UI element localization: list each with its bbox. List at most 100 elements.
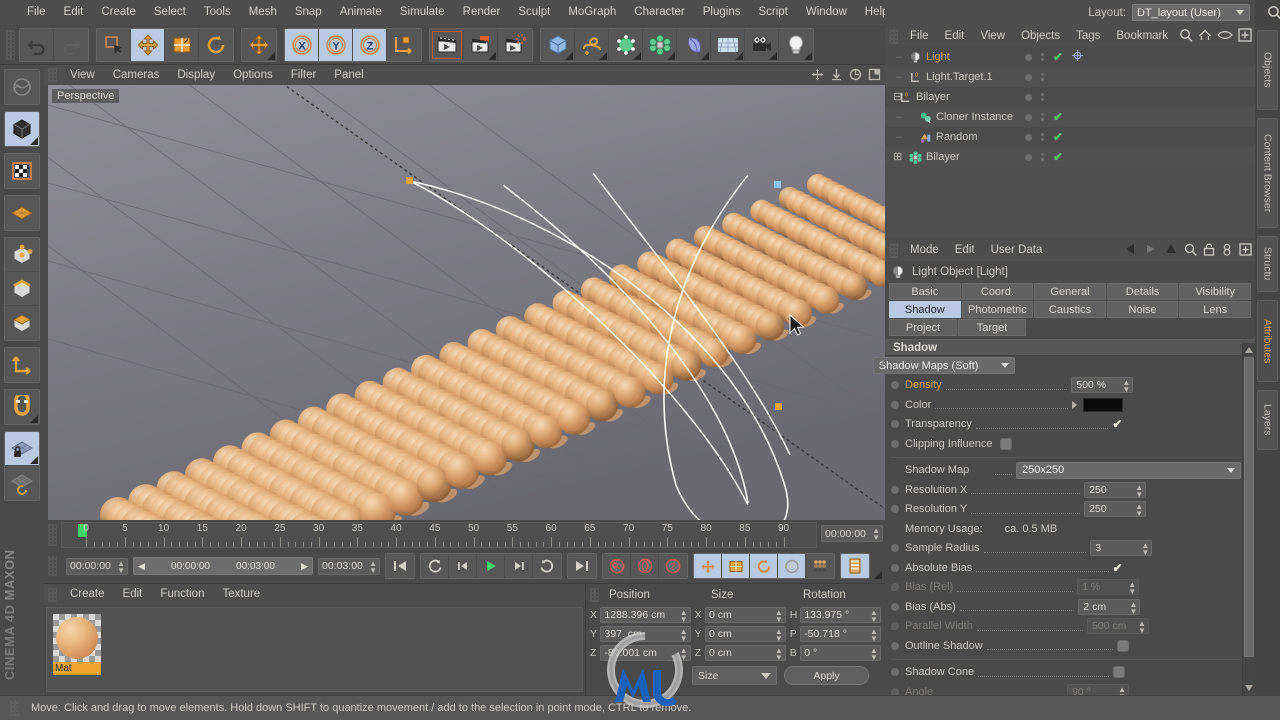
attribute-manager-grip[interactable] [889, 243, 898, 258]
material-preview[interactable] [53, 614, 101, 662]
play-backwards-button[interactable] [421, 554, 449, 578]
enabled-check-icon[interactable]: ✔ [1053, 130, 1063, 144]
stepper-icon[interactable]: ▲▼ [775, 627, 783, 642]
light-tag-icon[interactable] [1071, 49, 1084, 65]
object-row[interactable]: ⊟ 0 Bilayer [885, 87, 1255, 107]
enabled-check-icon[interactable]: ✔ [1053, 50, 1063, 64]
animation-track-dot-icon[interactable] [891, 544, 899, 553]
object-manager-grip[interactable] [889, 28, 898, 44]
stepper-icon[interactable]: ▲▼ [870, 608, 878, 623]
object-menu-bookmark[interactable]: Bookmark [1108, 25, 1176, 47]
mograph-icon[interactable] [643, 28, 677, 61]
property-number-field[interactable]: 500 cm ▲ ▼ [1086, 618, 1149, 635]
attribute-scrollbar[interactable] [1242, 343, 1255, 695]
animation-track-dot-icon[interactable] [891, 400, 899, 409]
rotation-key-icon[interactable] [750, 554, 778, 578]
expand-color-icon[interactable] [1071, 400, 1077, 409]
editor-render-dots-icon[interactable] [1041, 93, 1044, 101]
scale-icon[interactable] [165, 28, 199, 61]
property-checkbox[interactable]: ✔ [1113, 561, 1123, 575]
coordinate-mode-dropdown[interactable]: Size [692, 666, 777, 685]
home-icon[interactable] [1198, 28, 1212, 45]
animation-track-dot-icon[interactable] [891, 381, 899, 390]
tab-target[interactable]: Target [958, 319, 1026, 336]
maximize-viewport-icon[interactable] [867, 67, 881, 81]
side-tab-objects[interactable]: Objects [1257, 30, 1278, 110]
animation-track-dot-icon[interactable] [891, 668, 899, 677]
property-checkbox[interactable]: ✔ [1112, 417, 1122, 431]
scroll-down-icon[interactable] [1245, 685, 1253, 691]
link-icon[interactable] [1221, 243, 1233, 259]
attribute-menu-edit[interactable]: Edit [947, 240, 983, 261]
stepper-icon[interactable]: ▲▼ [870, 646, 878, 661]
new-icon[interactable] [1239, 242, 1252, 259]
spline-icon[interactable] [575, 28, 609, 61]
rotation-field[interactable]: -50.718 ° ▲ ▼ [800, 625, 881, 642]
attribute-menu-mode[interactable]: Mode [902, 240, 947, 261]
property-toggle[interactable] [1116, 639, 1129, 652]
next-frame-button[interactable] [505, 554, 533, 578]
time-range-slider[interactable]: ◀ 00:00:00 00:03:00 ▶ [133, 557, 313, 575]
tab-basic[interactable]: Basic [889, 283, 961, 300]
animation-track-dot-icon[interactable] [891, 622, 899, 631]
material-menu-create[interactable]: Create [61, 584, 114, 605]
magnet-tool-icon[interactable] [5, 390, 39, 424]
edge-mode-icon[interactable] [5, 272, 39, 306]
record-key-icon[interactable] [603, 554, 631, 578]
object-row[interactable]: – 0 Light.Target.1 [885, 67, 1255, 87]
apply-button[interactable]: Apply [784, 666, 869, 685]
size-field[interactable]: 0 cm ▲ ▼ [705, 625, 786, 642]
viewport-menu-cameras[interactable]: Cameras [104, 65, 169, 85]
position-field[interactable]: 397. cm ▲ ▼ [600, 625, 691, 642]
property-color-swatch[interactable] [1082, 397, 1123, 412]
object-menu-objects[interactable]: Objects [1013, 25, 1068, 47]
rotate-icon[interactable] [199, 28, 233, 61]
editor-render-dots-icon[interactable] [1041, 53, 1044, 61]
go-to-end-button[interactable] [568, 554, 596, 578]
axis-z-icon[interactable]: Z [353, 28, 387, 61]
position-key-icon[interactable] [694, 554, 722, 578]
position-field[interactable]: 1288.396 cm ▲ ▼ [600, 606, 691, 623]
time-display-right[interactable]: 00:00:00 ▲ ▼ [821, 525, 883, 542]
axis-mode-icon[interactable] [5, 348, 39, 382]
tab-noise[interactable]: Noise [1106, 301, 1179, 318]
property-number-field[interactable]: 3 ▲ ▼ [1090, 540, 1153, 557]
material-list[interactable]: Mat [46, 607, 583, 692]
stepper-icon[interactable]: ▲▼ [680, 646, 688, 661]
menu-item-animate[interactable]: Animate [331, 0, 391, 25]
dolly-icon[interactable] [829, 67, 843, 81]
tab-coord-[interactable]: Coord. [961, 283, 1034, 300]
property-select[interactable]: 250x250 [1016, 461, 1241, 479]
animation-track-dot-icon[interactable] [891, 505, 899, 514]
layout-select[interactable]: DT_layout (User) [1132, 4, 1250, 21]
visibility-dot-icon[interactable] [1025, 53, 1032, 61]
search-icon[interactable] [1179, 28, 1193, 45]
tab-details[interactable]: Details [1106, 283, 1179, 300]
visibility-dot-icon[interactable] [1025, 73, 1032, 81]
undo-icon[interactable] [20, 28, 54, 61]
go-to-start-button[interactable] [386, 554, 414, 578]
object-menu-view[interactable]: View [972, 25, 1013, 47]
menu-item-mesh[interactable]: Mesh [240, 0, 286, 25]
timeline-button[interactable] [841, 554, 882, 579]
visibility-dot-icon[interactable] [1025, 93, 1032, 101]
render-region-icon[interactable] [464, 28, 498, 61]
face-mode-icon[interactable] [5, 306, 39, 340]
viewport-menu-panel[interactable]: Panel [325, 65, 372, 85]
timeline-controls-grip[interactable] [48, 556, 57, 576]
tab-shadow[interactable]: Shadow [889, 301, 961, 318]
enabled-check-icon[interactable]: ✔ [1053, 150, 1063, 164]
search-icon[interactable] [1184, 243, 1197, 259]
object-menu-file[interactable]: File [902, 25, 937, 47]
viewport-menu-filter[interactable]: Filter [282, 65, 326, 85]
forward-arrow-icon[interactable] [1144, 242, 1158, 259]
cube-primitive-icon[interactable] [541, 28, 575, 61]
light-icon[interactable] [779, 28, 813, 61]
object-menu-tags[interactable]: Tags [1068, 25, 1108, 47]
point-level-anim-icon[interactable] [806, 554, 834, 578]
property-number-field[interactable]: 2 cm ▲ ▼ [1078, 598, 1141, 615]
render-view-icon[interactable] [430, 28, 464, 61]
menu-item-script[interactable]: Script [749, 0, 796, 25]
editor-render-dots-icon[interactable] [1041, 153, 1044, 161]
animation-track-dot-icon[interactable] [891, 602, 899, 611]
